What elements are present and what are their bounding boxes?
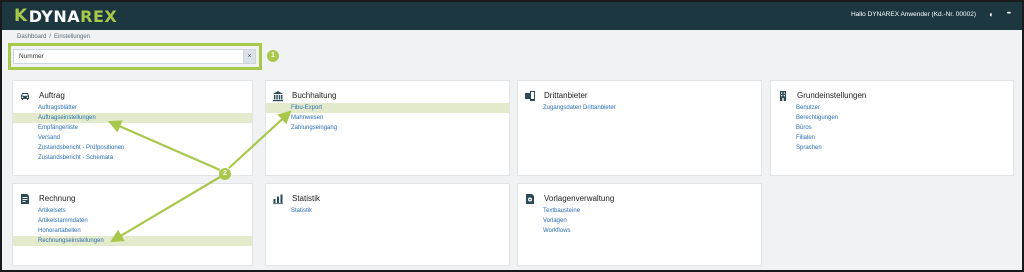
link-benutzer[interactable]: Benutzer bbox=[771, 103, 1013, 113]
card-links: Artikelsets Artikelstammdaten Honorartab… bbox=[13, 206, 252, 246]
card-title: Rechnung bbox=[39, 193, 76, 203]
app-frame: K DYNA REX Hallo DYNAREX Anwender (Kd.-Nr.… bbox=[0, 0, 1024, 272]
top-bar: K DYNA REX Hallo DYNAREX Anwender (Kd.-Nr.… bbox=[2, 2, 1022, 30]
invoice-icon bbox=[19, 192, 31, 204]
link-rechnungseinstellungen[interactable]: Rechnungseinstellungen bbox=[13, 236, 252, 246]
link-statistik[interactable]: Statistik bbox=[266, 206, 509, 216]
link-artikelsets[interactable]: Artikelsets bbox=[13, 206, 252, 216]
card-header: Buchhaltung bbox=[272, 89, 337, 102]
breadcrumb-separator: / bbox=[49, 34, 52, 40]
link-bueros[interactable]: Büros bbox=[771, 123, 1013, 133]
link-auftragseinstellungen[interactable]: Auftragseinstellungen bbox=[13, 113, 252, 123]
card-rechnung: Rechnung Artikelsets Artikelstammdaten H… bbox=[12, 183, 253, 266]
car-icon bbox=[19, 89, 31, 101]
bank-icon bbox=[272, 89, 284, 102]
search-box: × bbox=[13, 49, 256, 64]
card-vorlagenverwaltung: Vorlagenverwaltung Textbausteine Vorlage… bbox=[517, 183, 762, 266]
link-filialen[interactable]: Filialen bbox=[771, 133, 1013, 143]
logo-dyna: DYNA bbox=[28, 6, 81, 26]
breadcrumb-current: Einstellungen bbox=[54, 34, 91, 40]
user-greeting[interactable]: Hallo DYNAREX Anwender (Kd.-Nr. 00002) bbox=[851, 11, 976, 18]
card-header: Rechnung bbox=[19, 192, 75, 204]
clear-search-icon[interactable]: × bbox=[243, 50, 255, 63]
devices-icon bbox=[524, 89, 536, 101]
card-buchhaltung: Buchhaltung Fibu-Export Mahnwesen Zahlun… bbox=[265, 80, 510, 176]
link-berechtigungen[interactable]: Berechtigungen bbox=[771, 113, 1013, 123]
callout-marker-2: 2 bbox=[219, 168, 231, 180]
link-sprachen[interactable]: Sprachen bbox=[771, 143, 1013, 153]
card-auftrag: Auftrag Auftragsblätter Auftragseinstell… bbox=[12, 80, 253, 176]
link-zahlungseingang[interactable]: Zahlungseingang bbox=[266, 123, 509, 133]
logo-rex: REX bbox=[80, 6, 118, 26]
card-header: Auftrag bbox=[19, 89, 65, 101]
template-icon bbox=[524, 192, 536, 204]
card-title: Vorlagenverwaltung bbox=[544, 193, 615, 203]
card-links: Statistik bbox=[266, 206, 509, 216]
more-menu-icon[interactable]: ••• bbox=[1007, 10, 1011, 19]
card-header: Grundeinstellungen bbox=[777, 89, 866, 101]
card-title: Grundeinstellungen bbox=[797, 90, 867, 100]
card-header: Drittanbieter bbox=[524, 89, 588, 101]
link-versand[interactable]: Versand bbox=[13, 133, 252, 143]
card-header: Vorlagenverwaltung bbox=[524, 192, 614, 204]
card-title: Drittanbieter bbox=[544, 90, 588, 100]
card-statistik: Statistik Statistik bbox=[265, 183, 510, 266]
logo-k: K bbox=[14, 6, 28, 26]
link-empfaengerliste[interactable]: Empfängerliste bbox=[13, 123, 252, 133]
card-header: Statistik bbox=[272, 192, 321, 205]
link-workflows[interactable]: Workflows bbox=[518, 226, 761, 236]
card-links: Zugangsdaten Drittanbieter bbox=[518, 103, 761, 113]
link-auftragsblaetter[interactable]: Auftragsblätter bbox=[13, 103, 252, 113]
card-title: Auftrag bbox=[39, 90, 65, 100]
card-links: Benutzer Berechtigungen Büros Filialen S… bbox=[771, 103, 1013, 153]
card-grundeinstellungen: Grundeinstellungen Benutzer Berechtigung… bbox=[770, 80, 1014, 176]
link-pruefpositionen[interactable]: Zustandsbericht - Prüfpositionen bbox=[13, 143, 252, 153]
link-vorlagen[interactable]: Vorlagen bbox=[518, 216, 761, 226]
card-links: Auftragsblätter Auftragseinstellungen Em… bbox=[13, 103, 252, 163]
card-drittanbieter: Drittanbieter Zugangsdaten Drittanbieter bbox=[517, 80, 762, 176]
building-icon bbox=[777, 89, 789, 101]
link-fibu-export[interactable]: Fibu-Export bbox=[266, 103, 509, 113]
link-schemata[interactable]: Zustandsbericht - Schemata bbox=[13, 153, 252, 163]
search-input[interactable] bbox=[14, 50, 244, 63]
link-artikelstammdaten[interactable]: Artikelstammdaten bbox=[13, 216, 252, 226]
link-mahnwesen[interactable]: Mahnwesen bbox=[266, 113, 509, 123]
dynarex-logo[interactable]: K DYNA REX bbox=[14, 6, 118, 26]
link-zugangsdaten[interactable]: Zugangsdaten Drittanbieter bbox=[518, 103, 761, 113]
bar-chart-icon bbox=[272, 192, 284, 205]
card-links: Fibu-Export Mahnwesen Zahlungseingang bbox=[266, 103, 509, 133]
card-title: Buchhaltung bbox=[292, 90, 337, 100]
breadcrumb-dashboard[interactable]: Dashboard bbox=[17, 34, 46, 40]
link-honorartabellen[interactable]: Honorartabellen bbox=[13, 226, 252, 236]
link-textbausteine[interactable]: Textbausteine bbox=[518, 206, 761, 216]
callout-marker-1: 1 bbox=[267, 50, 279, 62]
breadcrumb: Dashboard / Einstellungen bbox=[17, 34, 90, 40]
help-icon[interactable]: ◐ bbox=[989, 10, 994, 19]
card-title: Statistik bbox=[292, 193, 321, 203]
card-links: Textbausteine Vorlagen Workflows bbox=[518, 206, 761, 236]
